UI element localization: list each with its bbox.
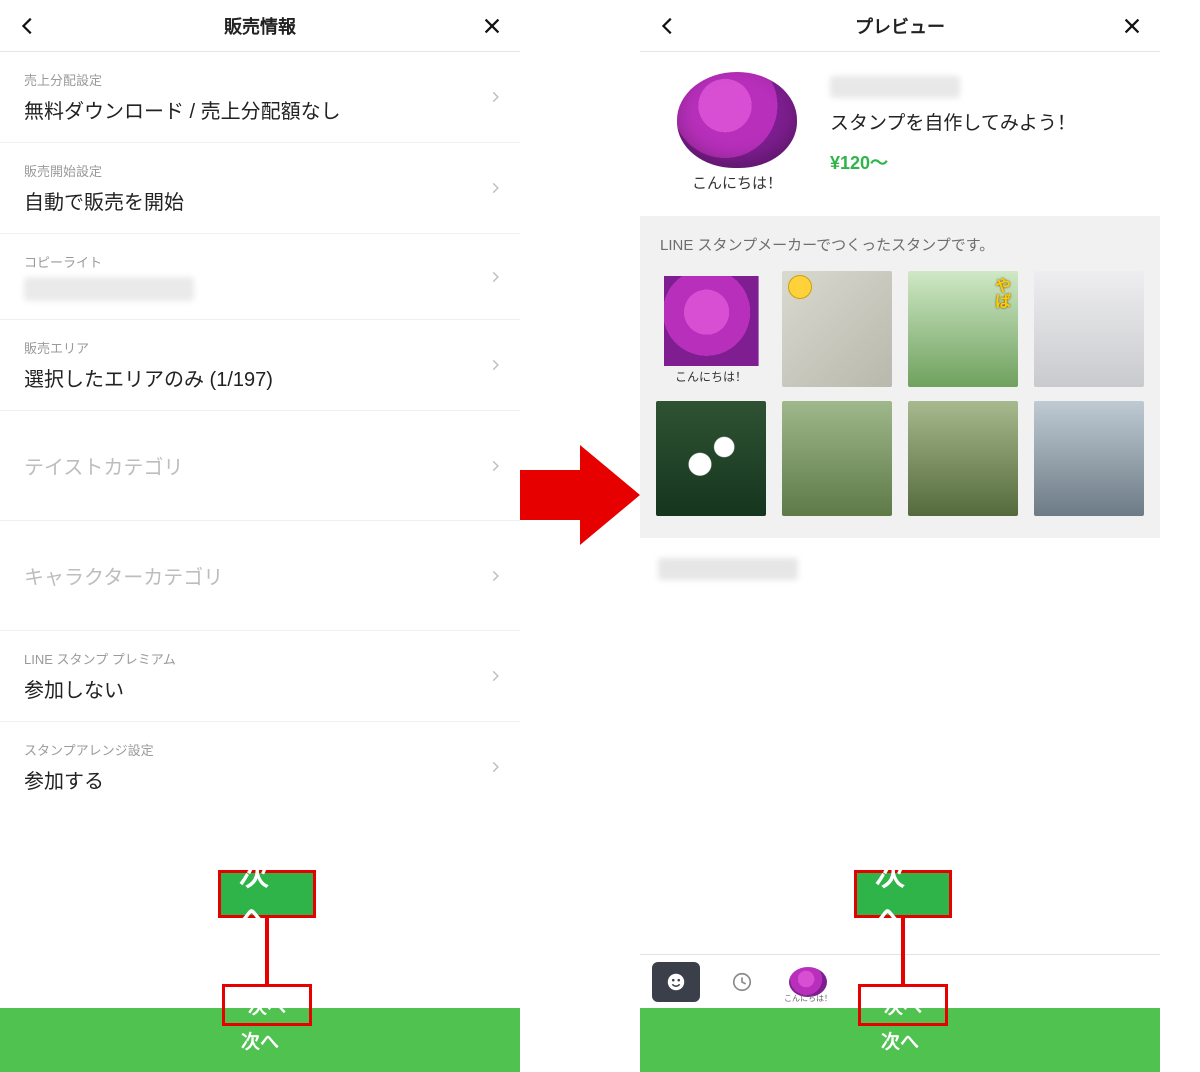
sticker-tile[interactable] xyxy=(908,271,1018,387)
chevron-right-icon xyxy=(488,90,502,104)
header-title: プレビュー xyxy=(682,13,1118,39)
sticker-tile[interactable] xyxy=(908,401,1018,517)
close-icon[interactable] xyxy=(1118,12,1146,40)
row-value: 選択したエリアのみ (1/197) xyxy=(24,363,498,392)
row-copyright[interactable]: コピーライト xyxy=(0,234,520,320)
chevron-right-icon xyxy=(488,760,502,774)
sticker-tile[interactable]: こんにちは！ xyxy=(656,271,766,387)
row-stamp-premium[interactable]: LINE スタンプ プレミアム 参加しない xyxy=(0,631,520,722)
sticker-tile[interactable] xyxy=(656,401,766,517)
sticker-tile[interactable] xyxy=(1034,271,1144,387)
chevron-right-icon xyxy=(488,569,502,583)
tab-caption: こんにちは！ xyxy=(784,993,832,1004)
pack-price: ¥120～ xyxy=(830,149,1140,175)
chevron-right-icon xyxy=(488,270,502,284)
header: 販売情報 xyxy=(0,0,520,52)
row-revenue-share[interactable]: 売上分配設定 無料ダウンロード / 売上分配額なし xyxy=(0,52,520,143)
sticker-grid: こんにちは！ xyxy=(656,271,1144,516)
redacted-value xyxy=(24,277,194,301)
thumb-caption: こんにちは！ xyxy=(692,172,782,193)
header-title: 販売情報 xyxy=(42,13,478,39)
annotation-next-big-left: 次へ xyxy=(218,870,316,918)
flower-icon xyxy=(677,72,797,168)
chevron-right-icon xyxy=(488,459,502,473)
close-icon[interactable] xyxy=(478,12,506,40)
row-value: 無料ダウンロード / 売上分配額なし xyxy=(24,95,498,124)
pack-meta: スタンプを自作してみよう！ ¥120～ xyxy=(830,72,1140,175)
tab-recent[interactable] xyxy=(718,962,766,1002)
annotation-connector-right xyxy=(901,918,905,984)
row-taste-category[interactable]: テイストカテゴリ xyxy=(0,411,520,521)
row-sales-area[interactable]: 販売エリア 選択したエリアのみ (1/197) xyxy=(0,320,520,411)
row-label: 売上分配設定 xyxy=(24,70,498,89)
grid-note: LINE スタンプメーカーでつくったスタンプです。 xyxy=(660,234,1142,255)
chevron-right-icon xyxy=(488,181,502,195)
back-icon[interactable] xyxy=(654,12,682,40)
annotation-connector-left xyxy=(265,918,269,984)
flower-icon xyxy=(789,967,827,997)
row-label: 販売開始設定 xyxy=(24,161,498,180)
next-bar-label: 次へ xyxy=(241,1027,279,1054)
row-label: コピーライト xyxy=(24,252,498,271)
tab-this-pack[interactable]: こんにちは！ xyxy=(784,962,832,1002)
back-icon[interactable] xyxy=(14,12,42,40)
chevron-right-icon xyxy=(488,358,502,372)
row-value: 自動で販売を開始 xyxy=(24,186,498,215)
next-bar-label: 次へ xyxy=(881,1027,919,1054)
tab-smiley[interactable] xyxy=(652,962,700,1002)
pack-main-thumb: こんにちは！ xyxy=(662,72,812,202)
sticker-grid-section: LINE スタンプメーカーでつくったスタンプです。 こんにちは！ xyxy=(640,216,1160,538)
annotation-next-small-right: 次へ xyxy=(858,984,948,1026)
pack-title: スタンプを自作してみよう！ xyxy=(830,108,1140,135)
row-label: 販売エリア xyxy=(24,338,498,357)
redacted-text xyxy=(658,558,798,580)
row-value: テイストカテゴリ xyxy=(24,451,498,480)
annotation-text: 次へ xyxy=(248,992,286,1019)
row-stamp-arrange[interactable]: スタンプアレンジ設定 参加する xyxy=(0,722,520,812)
row-value: 参加する xyxy=(24,765,498,794)
arrow-icon xyxy=(520,440,640,550)
row-sale-start[interactable]: 販売開始設定 自動で販売を開始 xyxy=(0,143,520,234)
row-value: キャラクターカテゴリ xyxy=(24,561,498,590)
sticker-tile[interactable] xyxy=(1034,401,1144,517)
annotation-text: 次へ xyxy=(884,992,922,1019)
annotation-next-small-left: 次へ xyxy=(222,984,312,1026)
tile-caption: こんにちは！ xyxy=(675,368,747,387)
header: プレビュー xyxy=(640,0,1160,52)
preview-header: こんにちは！ スタンプを自作してみよう！ ¥120～ xyxy=(640,52,1160,216)
sticker-tile[interactable] xyxy=(782,401,892,517)
row-value: 参加しない xyxy=(24,674,498,703)
sticker-tile[interactable] xyxy=(782,271,892,387)
annotation-next-big-right: 次へ xyxy=(854,870,952,918)
row-character-category[interactable]: キャラクターカテゴリ xyxy=(0,521,520,631)
redacted-author xyxy=(830,76,960,98)
chevron-right-icon xyxy=(488,669,502,683)
row-label: スタンプアレンジ設定 xyxy=(24,740,498,759)
row-label: LINE スタンプ プレミアム xyxy=(24,649,498,668)
